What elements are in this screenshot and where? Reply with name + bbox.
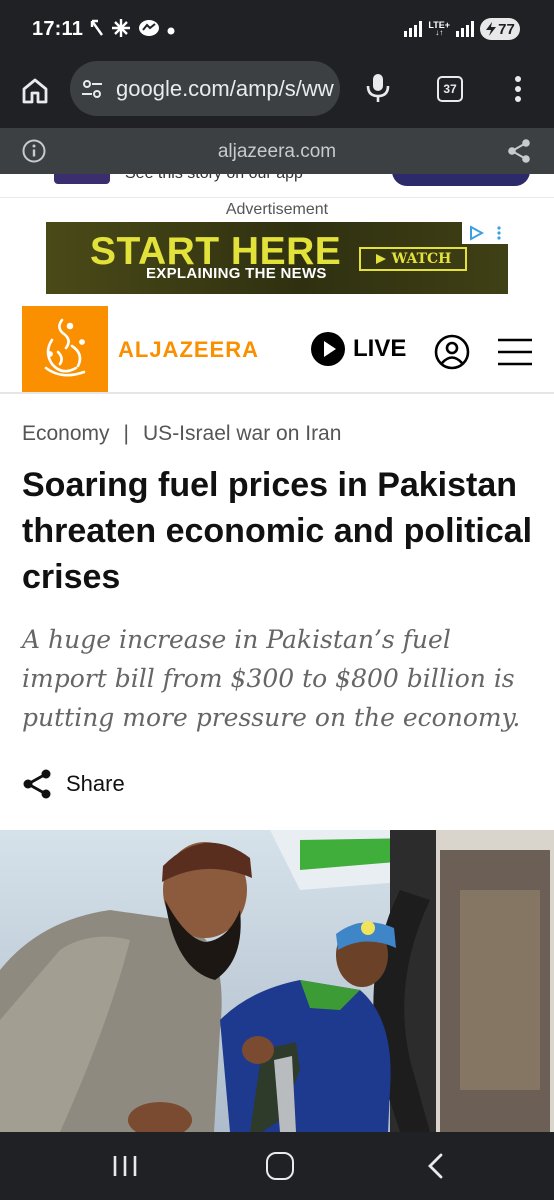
address-bar[interactable]: google.com/amp/s/www.aljazeera.com xyxy=(70,61,340,116)
network-type-label: LTE+ ↓↑ xyxy=(428,20,450,37)
site-settings-icon[interactable] xyxy=(80,77,104,101)
breadcrumb-separator: | xyxy=(123,422,130,445)
article-headline: Soaring fuel prices in Pakistan threaten… xyxy=(22,466,533,596)
adchoices-icon xyxy=(470,225,484,241)
ad-close-icon xyxy=(497,226,501,240)
article-share-button[interactable]: Share xyxy=(22,768,125,800)
article-hero-image[interactable] xyxy=(0,830,554,1132)
recent-apps-button[interactable] xyxy=(112,1154,138,1178)
advertisement-label: Advertisement xyxy=(225,201,329,218)
fuel-station-photo xyxy=(0,830,554,1132)
aljazeera-logo-icon xyxy=(44,318,86,377)
tab-switcher-button[interactable]: 37 xyxy=(437,76,463,102)
play-icon xyxy=(375,254,386,264)
status-bar: 17:11 LTE+ ↓↑ 77 xyxy=(0,0,554,60)
article-subhead: A huge increase in Pakistan’s fuel impor… xyxy=(22,625,521,732)
breadcrumb-economy[interactable]: Economy xyxy=(22,422,110,446)
messenger-icon xyxy=(138,18,160,43)
ad-subtitle: EXPLAINING THE NEWS xyxy=(146,265,327,282)
amp-share-button[interactable] xyxy=(507,138,531,164)
app-promo-button[interactable] xyxy=(392,174,530,186)
wifi-signal-icon xyxy=(404,21,423,37)
info-button[interactable] xyxy=(22,139,46,163)
cell-signal-icon xyxy=(456,21,474,37)
brand-name[interactable]: ALJAZEERA xyxy=(118,337,259,363)
ad-choices[interactable] xyxy=(462,222,508,244)
app-promo-icon xyxy=(54,174,110,184)
share-label: Share xyxy=(66,771,125,796)
missed-call-icon xyxy=(90,19,104,42)
microphone-icon xyxy=(366,74,390,102)
ad-watch-label: WATCH xyxy=(391,251,452,267)
site-menu-button[interactable] xyxy=(497,337,533,367)
app-promo-banner[interactable]: See this story on our app xyxy=(0,174,554,198)
status-indicators: LTE+ ↓↑ 77 xyxy=(404,18,520,40)
url-text[interactable]: google.com/amp/s/www.aljazeera.com xyxy=(116,76,334,102)
battery-indicator: 77 xyxy=(480,18,520,40)
browser-menu-button[interactable] xyxy=(508,74,528,104)
live-play-icon xyxy=(311,332,345,366)
system-home-button[interactable] xyxy=(266,1152,294,1180)
back-icon xyxy=(428,1153,443,1179)
voice-search-button[interactable] xyxy=(364,73,392,103)
amp-viewer-bar: aljazeera.com xyxy=(0,128,554,174)
home-button[interactable] xyxy=(20,76,50,106)
home-icon xyxy=(22,78,48,104)
app-promo-text: See this story on our app xyxy=(125,174,303,183)
recents-icon xyxy=(113,1156,137,1176)
share-icon xyxy=(23,769,51,799)
breadcrumb-topic[interactable]: US-Israel war on Iran xyxy=(143,422,341,446)
back-button[interactable] xyxy=(424,1152,446,1180)
advertisement-banner[interactable]: START HERE EXPLAINING THE NEWS WATCH xyxy=(46,222,508,294)
notification-icons xyxy=(90,18,175,43)
aljazeera-logo[interactable] xyxy=(22,306,108,392)
ad-watch-button[interactable]: WATCH xyxy=(359,247,467,271)
more-vert-icon xyxy=(515,76,521,102)
hamburger-menu-icon xyxy=(498,338,532,366)
live-button[interactable]: LIVE xyxy=(310,331,406,367)
system-navigation-bar xyxy=(0,1132,554,1200)
status-time: 17:11 xyxy=(32,18,84,40)
app-notification-icon xyxy=(111,18,131,43)
browser-toolbar: google.com/amp/s/www.aljazeera.com 37 xyxy=(0,60,554,128)
info-icon xyxy=(22,139,46,163)
site-header: ALJAZEERA LIVE xyxy=(0,304,554,394)
share-icon xyxy=(508,139,530,163)
breadcrumb: Economy | US-Israel war on Iran xyxy=(22,422,341,446)
amp-domain[interactable]: aljazeera.com xyxy=(0,141,554,163)
more-notifications-dot xyxy=(167,22,175,40)
account-button[interactable] xyxy=(434,334,470,370)
account-icon xyxy=(434,334,470,370)
live-label: LIVE xyxy=(353,335,407,362)
